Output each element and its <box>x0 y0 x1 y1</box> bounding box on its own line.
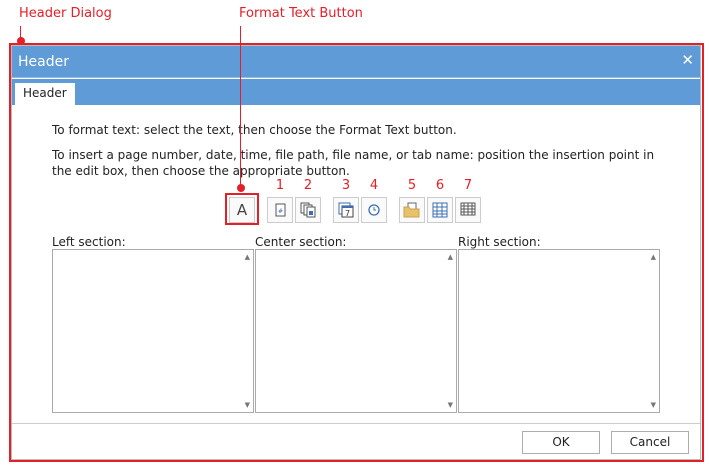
svg-text:7: 7 <box>345 209 350 218</box>
annotation-number: 7 <box>463 178 473 193</box>
clock-icon <box>368 204 380 216</box>
annotation-number: 6 <box>435 178 445 193</box>
right-section-label: Right section: <box>458 235 541 249</box>
scroll-up-icon[interactable]: ▲ <box>448 253 453 261</box>
scroll-up-icon[interactable]: ▲ <box>651 253 656 261</box>
annotation-line <box>240 26 241 186</box>
left-section-input[interactable]: ▲ ▼ <box>52 249 254 413</box>
annotation-format-button-outline <box>225 193 259 225</box>
insert-time-button[interactable] <box>361 197 387 223</box>
instruction-format: To format text: select the text, then ch… <box>52 123 457 137</box>
center-section-input[interactable]: ▲ ▼ <box>255 249 457 413</box>
center-section-label: Center section: <box>255 235 347 249</box>
ok-button[interactable]: OK <box>522 431 600 454</box>
close-icon[interactable]: ✕ <box>681 51 694 69</box>
tab-strip: Header <box>12 79 700 105</box>
insert-sheet-name-button[interactable] <box>455 197 481 223</box>
page-number-icon: # <box>275 203 286 217</box>
dialog-title: Header <box>18 54 69 70</box>
scroll-down-icon[interactable]: ▼ <box>245 401 250 409</box>
annotation-format-text-button: Format Text Button <box>239 6 363 21</box>
insert-file-name-button[interactable] <box>427 197 453 223</box>
sheet-grid-icon <box>460 202 476 216</box>
file-name-grid-icon <box>432 202 448 218</box>
right-section-input[interactable]: ▲ ▼ <box>458 249 660 413</box>
number-of-pages-icon <box>300 202 316 218</box>
insert-date-button[interactable]: 7 <box>333 197 359 223</box>
insert-file-path-button[interactable] <box>399 197 425 223</box>
scroll-down-icon[interactable]: ▼ <box>651 401 656 409</box>
annotation-number: 4 <box>369 178 379 193</box>
insert-number-of-pages-button[interactable] <box>295 197 321 223</box>
dialog-footer: OK Cancel <box>12 423 700 461</box>
title-bar: Header ✕ <box>12 46 700 78</box>
annotation-number: 3 <box>341 178 351 193</box>
annotation-dot <box>17 37 25 45</box>
annotation-number: 1 <box>275 178 285 193</box>
instruction-insert: To insert a page number, date, time, fil… <box>52 148 655 178</box>
scroll-down-icon[interactable]: ▼ <box>448 401 453 409</box>
annotation-header-dialog: Header Dialog <box>19 6 112 21</box>
svg-text:#: # <box>278 208 283 215</box>
insert-page-number-button[interactable]: # <box>267 197 293 223</box>
scroll-up-icon[interactable]: ▲ <box>245 253 250 261</box>
folder-icon <box>403 202 420 218</box>
header-dialog: Header ✕ Header To format text: select t… <box>11 45 701 460</box>
tab-header[interactable]: Header <box>15 83 75 105</box>
annotation-dot <box>237 184 245 192</box>
cancel-button[interactable]: Cancel <box>611 431 689 454</box>
annotation-number: 5 <box>407 178 417 193</box>
annotation-number: 2 <box>303 178 313 193</box>
left-section-label: Left section: <box>52 235 126 249</box>
calendar-icon: 7 <box>338 202 354 218</box>
